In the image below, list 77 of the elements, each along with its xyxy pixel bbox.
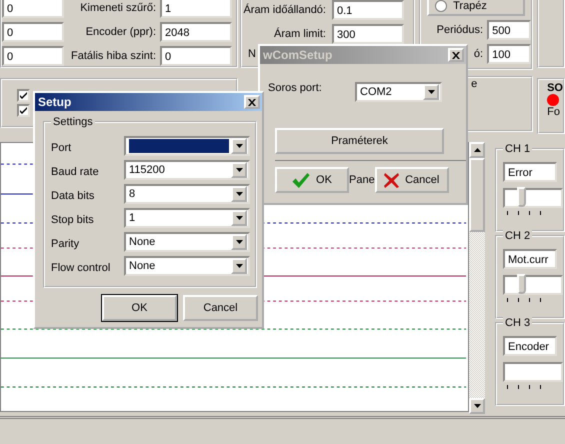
parameters-button[interactable]: Praméterek <box>275 128 444 154</box>
field-label: Fatális hiba szint: <box>71 50 157 62</box>
window-title: Setup <box>38 95 72 109</box>
trace-line <box>0 164 34 165</box>
panel-label: Pane <box>349 174 375 186</box>
group-title: Settings <box>51 115 95 129</box>
field-label: Data bits <box>51 189 96 202</box>
ok-button[interactable]: OK <box>102 295 177 321</box>
caret-icon <box>236 192 242 196</box>
field-label: Port <box>51 141 72 154</box>
close-icon <box>452 52 460 58</box>
signal-field[interactable]: Encoder <box>503 336 557 356</box>
window-title: wComSetup <box>263 48 332 62</box>
field-label: Baud rate <box>51 165 100 178</box>
input-field[interactable]: 1 <box>160 0 232 18</box>
caret-icon <box>474 404 480 408</box>
field-label: N <box>247 48 257 60</box>
caret-icon <box>236 144 242 148</box>
slider-track[interactable] <box>503 362 563 382</box>
scrollbar[interactable] <box>469 142 485 414</box>
trace-line <box>0 222 34 224</box>
close-button[interactable] <box>244 95 260 109</box>
radio-button[interactable]: Trapéz <box>427 0 526 16</box>
caret-icon <box>236 264 242 268</box>
close-icon <box>248 98 256 106</box>
caret-icon <box>236 216 242 220</box>
field-label: Parity <box>51 237 80 250</box>
cancel-button[interactable]: Cancel <box>183 295 258 321</box>
caret-icon <box>428 90 434 94</box>
close-button[interactable] <box>448 48 464 62</box>
input-field[interactable]: 0.1 <box>332 0 404 20</box>
dropdown[interactable]: 8 <box>124 184 250 204</box>
input-field[interactable]: 100 <box>487 44 532 64</box>
input-field[interactable]: 0 <box>160 46 232 66</box>
field-label: Áram időállandó: <box>243 4 327 16</box>
checkbox[interactable] <box>17 89 30 102</box>
slider-thumb[interactable] <box>517 187 526 207</box>
slider-track[interactable] <box>503 188 563 208</box>
signal-field[interactable]: Mot.curr <box>503 249 557 269</box>
input-field[interactable]: 500 <box>487 20 532 40</box>
input-field[interactable]: 0 <box>2 46 64 66</box>
trace-line <box>0 276 34 277</box>
status-label: Fo <box>547 106 560 118</box>
input-field[interactable]: 0 <box>2 0 64 18</box>
field-label: Stop bits <box>51 213 95 226</box>
field-label: Áram limit: <box>274 28 327 40</box>
trace-line <box>0 300 34 302</box>
trace-line <box>0 248 34 249</box>
checkbox[interactable] <box>17 104 30 117</box>
field-label: Periódus: <box>436 24 484 36</box>
field-label: Flow control <box>51 261 112 274</box>
caret-icon <box>236 168 242 172</box>
field-label: Soros port: <box>268 82 322 94</box>
caret-icon <box>236 240 242 244</box>
caret-icon <box>474 148 480 152</box>
slider-track[interactable] <box>503 275 563 295</box>
field-label: ó: <box>474 48 484 60</box>
dropdown[interactable]: 115200 <box>124 160 250 180</box>
field-label: Kimeneti szűrő: <box>80 2 157 14</box>
dropdown[interactable]: 1 <box>124 208 250 228</box>
dropdown[interactable]: None <box>124 232 250 252</box>
side-panel <box>537 0 565 68</box>
slider-thumb[interactable] <box>517 274 526 294</box>
cross-icon <box>384 172 400 188</box>
cancel-button[interactable]: Cancel <box>374 167 449 193</box>
port-dropdown[interactable]: COM2 <box>355 82 442 102</box>
group-label: e <box>471 78 478 90</box>
field-label: Encoder (ppr): <box>86 26 157 38</box>
signal-field[interactable]: Error <box>503 162 557 182</box>
input-field[interactable]: 2048 <box>160 22 232 42</box>
dropdown[interactable] <box>124 136 250 156</box>
input-field[interactable]: 300 <box>332 24 404 44</box>
input-field[interactable]: 0 <box>2 22 64 42</box>
check-icon <box>292 172 310 188</box>
ok-button[interactable]: OK <box>275 167 349 193</box>
dropdown[interactable]: None <box>124 256 250 276</box>
status-title: SO <box>547 82 563 94</box>
